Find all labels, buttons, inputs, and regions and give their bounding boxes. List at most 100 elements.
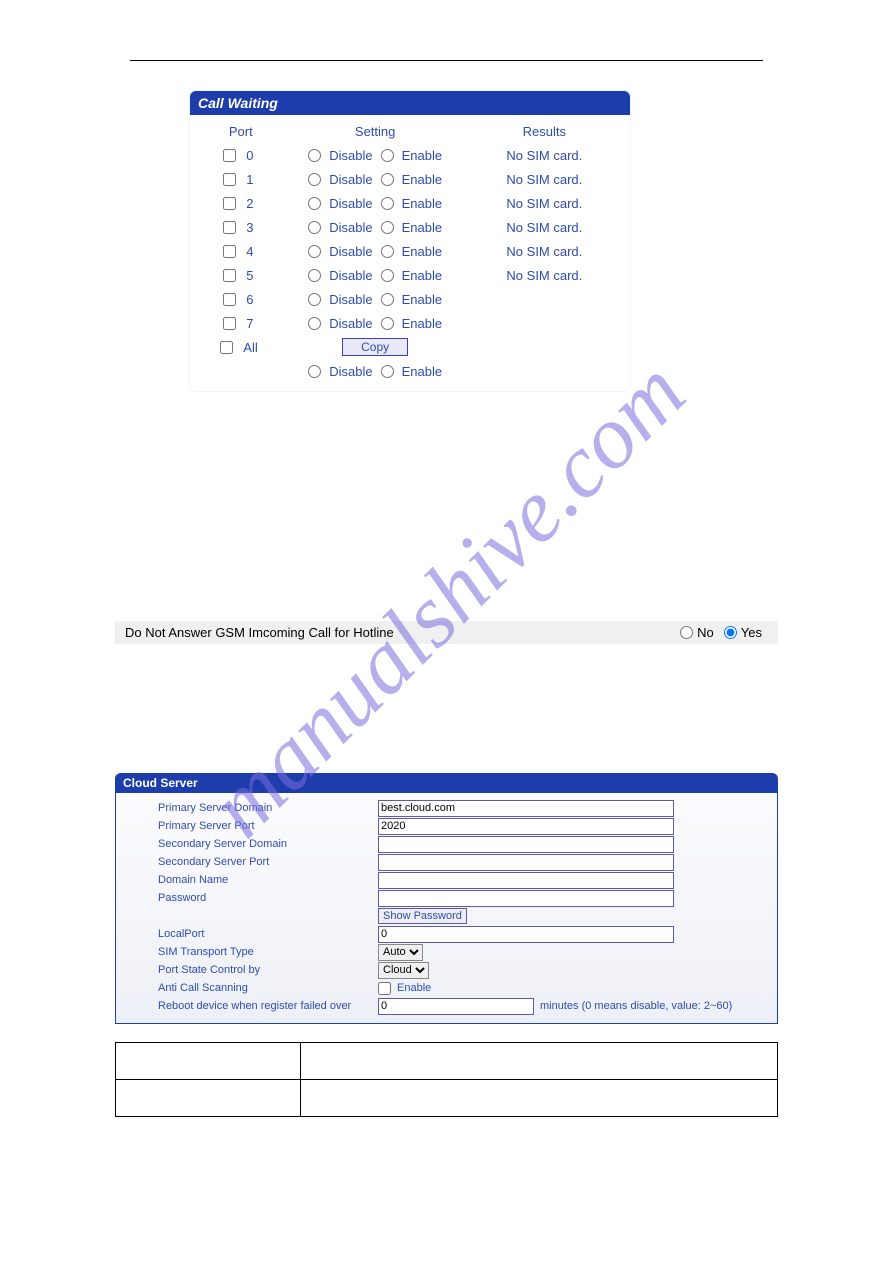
table-row [116, 1043, 778, 1080]
call-waiting-footer-row: Disable Enable [196, 359, 624, 383]
port-number: 7 [246, 316, 258, 331]
show-password-button[interactable]: Show Password [378, 908, 467, 924]
secondary-domain-input[interactable] [378, 836, 674, 853]
reboot-label: Reboot device when register failed over [158, 1000, 378, 1012]
dnr-no-radio[interactable] [680, 626, 693, 639]
port-1-disable-radio[interactable] [308, 173, 321, 186]
reboot-input[interactable] [378, 998, 534, 1015]
header-results: Results [465, 124, 624, 139]
secondary-domain-label: Secondary Server Domain [158, 838, 378, 850]
anti-call-scanning-label: Anti Call Scanning [158, 982, 378, 994]
call-waiting-row: 5 Disable Enable No SIM card. [196, 263, 624, 287]
port-checkbox-1[interactable] [223, 173, 236, 186]
password-label: Password [158, 892, 378, 904]
port-state-control-select[interactable]: Cloud [378, 962, 429, 979]
bottom-table [115, 1042, 778, 1117]
port-7-disable-radio[interactable] [308, 317, 321, 330]
port-2-disable-radio[interactable] [308, 197, 321, 210]
footer-disable-radio[interactable] [308, 365, 321, 378]
port-state-control-label: Port State Control by [158, 964, 378, 976]
port-2-result: No SIM card. [465, 196, 624, 211]
disable-label: Disable [329, 220, 372, 235]
port-checkbox-5[interactable] [223, 269, 236, 282]
port-0-result: No SIM card. [465, 148, 624, 163]
port-checkbox-2[interactable] [223, 197, 236, 210]
port-number: 1 [246, 172, 258, 187]
port-checkbox-0[interactable] [223, 149, 236, 162]
primary-port-input[interactable] [378, 818, 674, 835]
sim-transport-label: SIM Transport Type [158, 946, 378, 958]
anti-call-scanning-enable-label: Enable [397, 982, 431, 994]
dnr-yes-radio[interactable] [724, 626, 737, 639]
port-4-result: No SIM card. [465, 244, 624, 259]
top-rule [130, 60, 763, 61]
call-waiting-panel: Call Waiting Port Setting Results 0 Disa… [190, 91, 630, 391]
sim-transport-select[interactable]: Auto [378, 944, 423, 961]
primary-domain-input[interactable] [378, 800, 674, 817]
port-5-result: No SIM card. [465, 268, 624, 283]
call-waiting-row: 3 Disable Enable No SIM card. [196, 215, 624, 239]
secondary-port-label: Secondary Server Port [158, 856, 378, 868]
port-checkbox-6[interactable] [223, 293, 236, 306]
copy-button[interactable]: Copy [342, 338, 408, 356]
call-waiting-all-row: All Copy [196, 335, 624, 359]
port-number: 6 [246, 292, 258, 307]
do-not-answer-strip: Do Not Answer GSM Imcoming Call for Hotl… [115, 621, 778, 644]
call-waiting-row: 6 Disable Enable [196, 287, 624, 311]
disable-label: Disable [329, 148, 372, 163]
port-number: 4 [246, 244, 258, 259]
local-port-input[interactable] [378, 926, 674, 943]
port-number: 5 [246, 268, 258, 283]
enable-label: Enable [402, 172, 442, 187]
port-checkbox-all[interactable] [220, 341, 233, 354]
disable-label: Disable [329, 292, 372, 307]
port-checkbox-4[interactable] [223, 245, 236, 258]
table-row [116, 1080, 778, 1117]
enable-label: Enable [402, 316, 442, 331]
disable-label: Disable [329, 244, 372, 259]
call-waiting-row: 1 Disable Enable No SIM card. [196, 167, 624, 191]
port-3-disable-radio[interactable] [308, 221, 321, 234]
primary-port-label: Primary Server Port [158, 820, 378, 832]
disable-label: Disable [329, 316, 372, 331]
port-4-enable-radio[interactable] [381, 245, 394, 258]
port-checkbox-7[interactable] [223, 317, 236, 330]
enable-label: Enable [402, 268, 442, 283]
header-setting: Setting [286, 124, 465, 139]
do-not-answer-label: Do Not Answer GSM Imcoming Call for Hotl… [125, 625, 394, 640]
anti-call-scanning-checkbox[interactable] [378, 982, 391, 995]
secondary-port-input[interactable] [378, 854, 674, 871]
domain-name-input[interactable] [378, 872, 674, 889]
port-0-disable-radio[interactable] [308, 149, 321, 162]
disable-label: Disable [329, 196, 372, 211]
port-2-enable-radio[interactable] [381, 197, 394, 210]
port-4-disable-radio[interactable] [308, 245, 321, 258]
call-waiting-row: 4 Disable Enable No SIM card. [196, 239, 624, 263]
call-waiting-row: 7 Disable Enable [196, 311, 624, 335]
port-5-enable-radio[interactable] [381, 269, 394, 282]
enable-label: Enable [402, 220, 442, 235]
footer-enable-radio[interactable] [381, 365, 394, 378]
enable-label: Enable [402, 244, 442, 259]
enable-label: Enable [402, 292, 442, 307]
local-port-label: LocalPort [158, 928, 378, 940]
port-checkbox-3[interactable] [223, 221, 236, 234]
port-number: 2 [246, 196, 258, 211]
disable-label: Disable [329, 364, 372, 379]
dnr-yes-label: Yes [741, 625, 762, 640]
call-waiting-row: 2 Disable Enable No SIM card. [196, 191, 624, 215]
enable-label: Enable [402, 196, 442, 211]
port-7-enable-radio[interactable] [381, 317, 394, 330]
reboot-note: minutes (0 means disable, value: 2~60) [540, 1000, 732, 1012]
port-6-enable-radio[interactable] [381, 293, 394, 306]
port-3-enable-radio[interactable] [381, 221, 394, 234]
port-3-result: No SIM card. [465, 220, 624, 235]
port-0-enable-radio[interactable] [381, 149, 394, 162]
port-5-disable-radio[interactable] [308, 269, 321, 282]
port-1-enable-radio[interactable] [381, 173, 394, 186]
enable-label: Enable [402, 148, 442, 163]
primary-domain-label: Primary Server Domain [158, 802, 378, 814]
password-input[interactable] [378, 890, 674, 907]
disable-label: Disable [329, 268, 372, 283]
port-6-disable-radio[interactable] [308, 293, 321, 306]
